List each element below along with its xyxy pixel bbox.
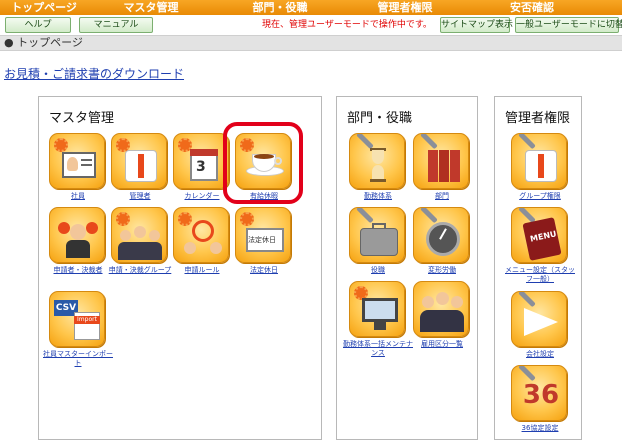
tile-label: グループ権限 — [519, 192, 561, 200]
employee-card-icon — [49, 133, 105, 189]
tile-label: 会社設定 — [526, 350, 554, 358]
sitemap-button[interactable]: サイトマップ表示 — [440, 17, 513, 33]
monitor-icon — [349, 281, 405, 337]
manual-button[interactable]: マニュアル — [79, 17, 153, 33]
hourglass-icon — [349, 133, 405, 189]
admin-panel: 管理者権限 グループ権限 MENU メニュー設定（スタッフ一般） 会社設定 36… — [494, 96, 582, 440]
tile-label: 変形労働 — [428, 266, 456, 274]
download-link[interactable]: お見積・ご請求書のダウンロード — [4, 65, 184, 82]
tile-label: 部門 — [435, 192, 449, 200]
tile-position[interactable]: 役職 — [349, 207, 407, 275]
tile-bulk-maintenance[interactable]: 勤務体系一括メンテナンス — [343, 281, 413, 358]
tile-group-permission[interactable]: グループ権限 — [511, 133, 569, 201]
tile-department[interactable]: 部門 — [413, 133, 471, 201]
tile-application-rule[interactable]: 申請ルール — [173, 207, 231, 275]
nav-admin[interactable]: 管理者権限 — [346, 0, 464, 15]
tile-label: 勤務体系 — [364, 192, 392, 200]
binders-icon — [413, 133, 469, 189]
tile-label: 役職 — [371, 266, 385, 274]
gauge-icon — [413, 207, 469, 263]
briefcase-icon — [349, 207, 405, 263]
switch-user-mode-button[interactable]: 一般ユーザーモードに切替 — [515, 17, 622, 33]
nav-dept[interactable]: 部門・役職 — [214, 0, 346, 15]
tile-label: 雇用区分一覧 — [421, 340, 463, 348]
dept-panel: 部門・役職 勤務体系 部門 役職 変形労働 勤務体系一括メンテナンス 雇用区分一… — [336, 96, 478, 440]
calendar-icon: 3 — [173, 133, 229, 189]
tile-work-system[interactable]: 勤務体系 — [349, 133, 407, 201]
tile-label: 36協定設定 — [521, 424, 559, 432]
legal-holiday-icon: 法定休日 — [235, 207, 291, 263]
36-agreement-icon: 36 — [511, 365, 567, 421]
nav-top-page[interactable]: トップページ — [0, 0, 88, 15]
group-icon — [111, 207, 167, 263]
group-permission-icon — [511, 133, 567, 189]
people-group-icon — [413, 281, 469, 337]
tile-manager[interactable]: 管理者 — [111, 133, 169, 201]
tile-paid-leave[interactable]: 有給休暇 — [235, 133, 293, 201]
tile-employee-import[interactable]: CSV Import 社員マスターインポート — [43, 291, 113, 368]
mode-notice: 現在、管理ユーザーモードで操作中です。 — [262, 20, 432, 30]
nav-master[interactable]: マスタ管理 — [88, 0, 214, 15]
applicant-approver-icon — [49, 207, 105, 263]
tile-label: 勤務体系一括メンテナンス — [343, 340, 413, 357]
tile-label: 社員マスターインポート — [43, 350, 113, 367]
rule-icon — [173, 207, 229, 263]
breadcrumb: ● トップページ — [0, 35, 622, 51]
master-panel-title: マスタ管理 — [49, 111, 115, 126]
manager-shirt-icon — [111, 133, 167, 189]
admin-panel-title: 管理者権限 — [505, 111, 571, 126]
master-panel: マスタ管理 社員 管理者 3 カレンダー 有給休暇 申請者・決裁者 申請・決裁グ… — [38, 96, 322, 440]
dept-panel-title: 部門・役職 — [347, 111, 413, 126]
tile-36-agreement[interactable]: 36 36協定設定 — [511, 365, 569, 433]
coffee-cup-icon — [235, 133, 291, 189]
tile-employment-category[interactable]: 雇用区分一覧 — [413, 281, 471, 349]
tile-label: メニュー設定（スタッフ一般） — [505, 266, 575, 283]
sub-toolbar: ヘルプ マニュアル 現在、管理ユーザーモードで操作中です。 サイトマップ表示 一… — [0, 15, 622, 35]
tile-applicant-approver[interactable]: 申請者・決裁者 — [49, 207, 107, 275]
tile-label: 法定休日 — [250, 266, 278, 274]
csv-import-icon: CSV Import — [49, 291, 105, 347]
top-nav: トップページ マスタ管理 部門・役職 管理者権限 安否確認 — [0, 0, 622, 15]
menu-book-icon: MENU — [511, 207, 567, 263]
nav-safety[interactable]: 安否確認 — [464, 0, 600, 15]
tile-approval-group[interactable]: 申請・決裁グループ — [109, 207, 171, 275]
tile-menu-settings[interactable]: MENU メニュー設定（スタッフ一般） — [505, 207, 575, 284]
tile-employee[interactable]: 社員 — [49, 133, 107, 201]
tile-flexible-work[interactable]: 変形労働 — [413, 207, 471, 275]
paper-plane-icon — [511, 291, 567, 347]
tile-company-settings[interactable]: 会社設定 — [511, 291, 569, 359]
tile-calendar[interactable]: 3 カレンダー — [173, 133, 231, 201]
tile-label: 有給休暇 — [250, 192, 278, 200]
help-button[interactable]: ヘルプ — [5, 17, 71, 33]
tile-legal-holiday[interactable]: 法定休日 法定休日 — [235, 207, 293, 275]
